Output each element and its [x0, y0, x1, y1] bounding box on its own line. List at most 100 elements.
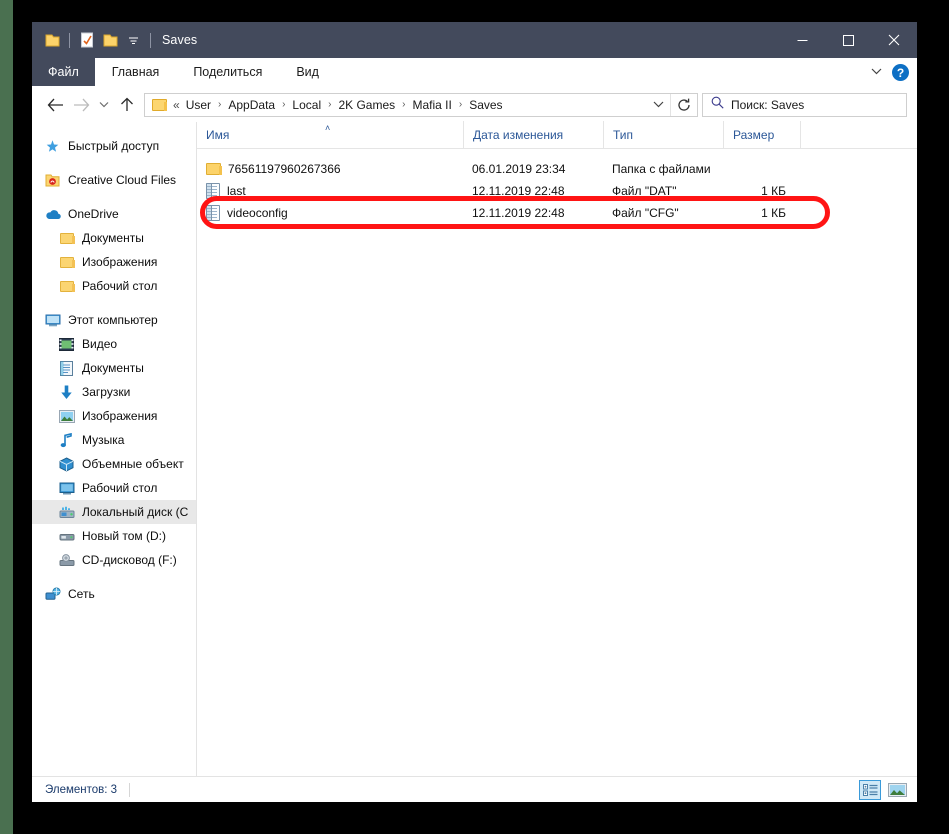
- sort-ascending-icon: ˄: [325, 123, 330, 133]
- tab-view[interactable]: Вид: [279, 58, 336, 86]
- file-date-cell: 12.11.2019 22:48: [463, 202, 603, 224]
- creative-cloud-icon: [44, 172, 61, 189]
- tab-home[interactable]: Главная: [95, 58, 177, 86]
- column-header-name[interactable]: Имя ˄: [197, 121, 463, 148]
- sidebar-item-label: Сеть: [68, 587, 95, 601]
- folder-icon: [58, 278, 75, 295]
- sidebar-item-onedrive-desktop[interactable]: Рабочий стол: [32, 274, 196, 298]
- sidebar-item-label: CD-дисковод (F:): [82, 553, 177, 567]
- sidebar-item-new-volume-d[interactable]: Новый том (D:): [32, 524, 196, 548]
- table-row[interactable]: last 12.11.2019 22:48 Файл "DAT" 1 КБ: [197, 180, 917, 202]
- sidebar-item-cd-drive-f[interactable]: CD-дисковод (F:): [32, 548, 196, 572]
- file-list-pane: Имя ˄ Дата изменения Тип Размер 76561197…: [197, 122, 917, 776]
- folder-icon: [206, 163, 221, 175]
- column-header-type[interactable]: Тип: [603, 121, 723, 148]
- search-icon: [711, 96, 724, 114]
- qat-divider-2: [150, 33, 151, 48]
- file-name-label: videoconfig: [227, 206, 288, 220]
- column-header-end-divider: [800, 121, 801, 148]
- sidebar-item-onedrive[interactable]: OneDrive: [32, 202, 196, 226]
- music-note-icon: [58, 432, 75, 449]
- sidebar-item-music[interactable]: Музыка: [32, 428, 196, 452]
- details-view-button[interactable]: [859, 780, 881, 800]
- address-bar-row: « User › AppData › Local › 2K Games › Ma…: [32, 87, 917, 122]
- help-icon[interactable]: ?: [892, 64, 909, 81]
- sidebar-item-videos[interactable]: Видео: [32, 332, 196, 356]
- quick-access-toolbar: [32, 30, 155, 50]
- sidebar-item-quick-access[interactable]: Быстрый доступ: [32, 134, 196, 158]
- sidebar-item-documents[interactable]: Документы: [32, 356, 196, 380]
- sidebar-item-this-pc[interactable]: Этот компьютер: [32, 308, 196, 332]
- breadcrumb-2k-games[interactable]: 2K Games: [336, 98, 397, 112]
- forward-button[interactable]: [68, 92, 94, 118]
- sidebar-gap: [32, 572, 196, 582]
- refresh-button[interactable]: [671, 94, 697, 116]
- cloud-icon: [44, 206, 61, 223]
- tab-share[interactable]: Поделиться: [176, 58, 279, 86]
- file-date-cell: 12.11.2019 22:48: [463, 180, 603, 202]
- maximize-button[interactable]: [825, 22, 871, 58]
- window-controls: [779, 22, 917, 58]
- download-icon: [58, 384, 75, 401]
- view-mode-buttons: [859, 780, 908, 800]
- breadcrumb-user[interactable]: User: [184, 98, 213, 112]
- file-icon: [206, 183, 220, 199]
- sidebar-item-local-disk-c[interactable]: Локальный диск (C: [32, 500, 196, 524]
- table-row[interactable]: 76561197960267366 06.01.2019 23:34 Папка…: [197, 158, 917, 180]
- address-folder-icon: [152, 99, 167, 111]
- back-button[interactable]: [42, 92, 68, 118]
- folder-icon[interactable]: [42, 30, 62, 50]
- table-row[interactable]: videoconfig 12.11.2019 22:48 Файл "CFG" …: [197, 202, 917, 224]
- pin-star-icon: [44, 138, 61, 155]
- ribbon-tab-bar: Файл Главная Поделиться Вид ?: [32, 58, 917, 87]
- up-button[interactable]: [114, 92, 140, 118]
- breadcrumb-saves[interactable]: Saves: [467, 98, 504, 112]
- qat-divider: [69, 33, 70, 48]
- qat-dropdown-icon[interactable]: [123, 30, 143, 50]
- sidebar-item-creative-cloud-files[interactable]: Creative Cloud Files: [32, 168, 196, 192]
- search-input[interactable]: Поиск: Saves: [731, 98, 804, 112]
- file-type-cell: Папка с файлами: [603, 158, 723, 180]
- documents-icon: [58, 360, 75, 377]
- breadcrumb-separator[interactable]: ›: [397, 99, 410, 110]
- sidebar-item-downloads[interactable]: Загрузки: [32, 380, 196, 404]
- tab-file[interactable]: Файл: [32, 58, 95, 86]
- chevron-down-icon[interactable]: [871, 67, 882, 78]
- breadcrumb-separator[interactable]: ›: [277, 99, 290, 110]
- sidebar-item-label: OneDrive: [68, 207, 119, 221]
- video-icon: [58, 336, 75, 353]
- sidebar-item-pictures[interactable]: Изображения: [32, 404, 196, 428]
- sidebar-item-onedrive-documents[interactable]: Документы: [32, 226, 196, 250]
- breadcrumb-separator[interactable]: ›: [213, 99, 226, 110]
- breadcrumb-separator[interactable]: ›: [323, 99, 336, 110]
- close-button[interactable]: [871, 22, 917, 58]
- network-icon: [44, 586, 61, 603]
- sidebar-item-onedrive-pictures[interactable]: Изображения: [32, 250, 196, 274]
- sidebar-item-label: Видео: [82, 337, 117, 351]
- breadcrumb-overflow[interactable]: «: [173, 98, 180, 112]
- window-title: Saves: [162, 33, 197, 47]
- sidebar-item-3d-objects[interactable]: Объемные объект: [32, 452, 196, 476]
- breadcrumb-appdata[interactable]: AppData: [226, 98, 277, 112]
- pictures-icon: [58, 408, 75, 425]
- column-header-date-modified[interactable]: Дата изменения: [463, 121, 603, 148]
- breadcrumb-separator[interactable]: ›: [454, 99, 467, 110]
- breadcrumb-local[interactable]: Local: [290, 98, 323, 112]
- folder-icon: [58, 230, 75, 247]
- sidebar-item-network[interactable]: Сеть: [32, 582, 196, 606]
- large-icons-view-button[interactable]: [886, 780, 908, 800]
- column-header-size[interactable]: Размер: [723, 121, 800, 148]
- sidebar-item-desktop[interactable]: Рабочий стол: [32, 476, 196, 500]
- search-box[interactable]: Поиск: Saves: [702, 93, 907, 117]
- file-type-cell: Файл "DAT": [603, 180, 723, 202]
- cd-drive-icon: [58, 552, 75, 569]
- new-folder-icon[interactable]: [100, 30, 120, 50]
- breadcrumb-mafia-ii[interactable]: Mafia II: [411, 98, 454, 112]
- ribbon-right-controls: ?: [871, 58, 909, 87]
- properties-icon[interactable]: [77, 30, 97, 50]
- recent-locations-button[interactable]: [94, 92, 114, 118]
- file-name-label: last: [227, 184, 246, 198]
- address-dropdown-icon[interactable]: [646, 94, 670, 116]
- address-bar[interactable]: « User › AppData › Local › 2K Games › Ma…: [144, 93, 698, 117]
- minimize-button[interactable]: [779, 22, 825, 58]
